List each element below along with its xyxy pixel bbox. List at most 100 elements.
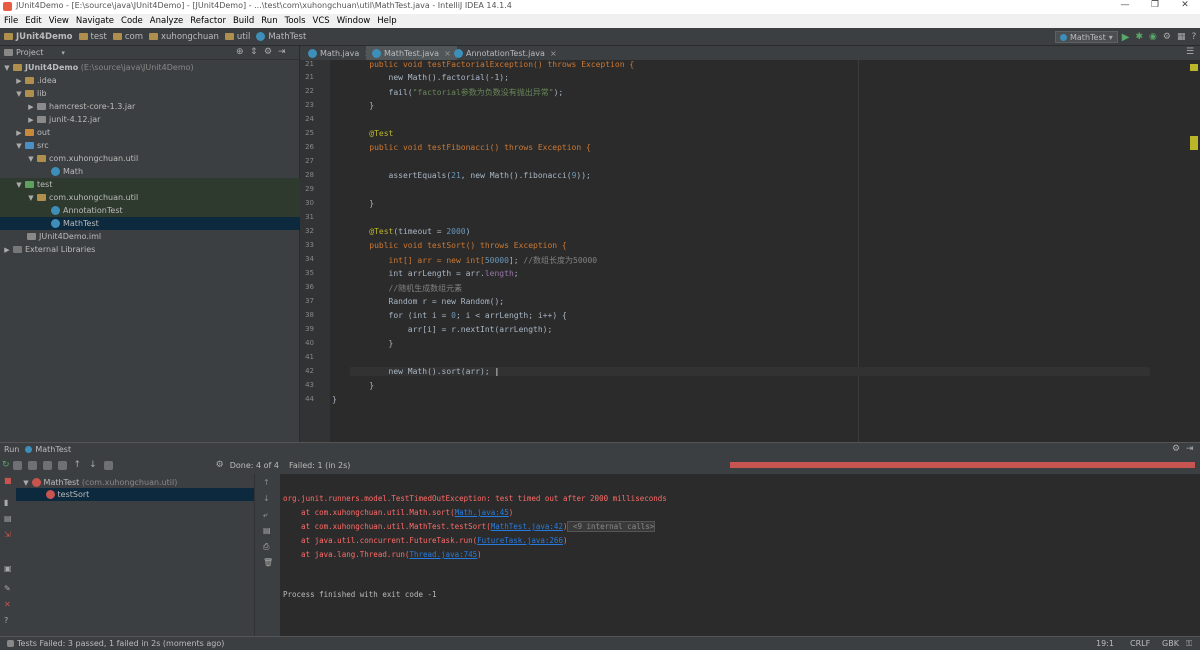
breadcrumb-util[interactable]: util <box>224 32 250 42</box>
previous-icon[interactable]: ↑ <box>74 460 82 470</box>
help-icon[interactable]: ? <box>1191 32 1196 42</box>
test-settings-icon[interactable]: ⚙ <box>216 460 224 470</box>
stack-link[interactable]: Math.java:45 <box>455 508 509 517</box>
console-output[interactable]: org.junit.runners.model.TestTimedOutExce… <box>280 474 1200 636</box>
sync-icon[interactable]: ⊕ <box>236 47 244 57</box>
caret-position[interactable]: 19:1 <box>1096 639 1114 648</box>
scroll-end-icon[interactable]: ▤ <box>263 526 271 535</box>
hide-icon[interactable]: ⇥ <box>278 47 286 57</box>
maximize-icon[interactable]: ❐ <box>1140 0 1170 10</box>
menu-build[interactable]: Build <box>233 14 254 28</box>
down-icon[interactable]: ↓ <box>263 494 270 503</box>
tree-item[interactable]: ▼ com.xuhongchuan.util <box>0 191 300 204</box>
package-icon <box>37 194 46 201</box>
rerun-icon[interactable]: ↻ <box>2 460 10 470</box>
breadcrumb-com[interactable]: com <box>112 32 143 42</box>
tree-item[interactable]: ▶ out <box>0 126 300 139</box>
line-number: 27 <box>305 157 314 165</box>
tab-mathtest-java[interactable]: MathTest.java × <box>366 46 457 60</box>
warning-marker-icon[interactable] <box>1190 64 1198 71</box>
breadcrumb-mathtest[interactable]: MathTest <box>256 32 306 42</box>
close-icon[interactable]: × <box>550 49 557 58</box>
tree-item[interactable]: AnnotationTest <box>0 204 300 217</box>
toolwindows-icon[interactable] <box>7 640 14 647</box>
sort-duration-icon[interactable] <box>27 460 37 470</box>
close-icon[interactable]: ✕ <box>4 600 11 609</box>
menu-help[interactable]: Help <box>377 14 396 28</box>
close-icon[interactable]: ✕ <box>1170 0 1200 10</box>
breadcrumb-project[interactable]: JUnit4Demo <box>4 32 73 42</box>
internal-calls-fold[interactable]: <9 internal calls> <box>567 521 656 532</box>
tree-item[interactable]: ▼ JUnit4Demo (E:\source\java\JUnit4Demo) <box>0 61 300 74</box>
menu-window[interactable]: Window <box>337 14 371 28</box>
line-number: 34 <box>305 255 314 263</box>
project-view-select[interactable]: Project <box>16 48 43 57</box>
tree-item-selected[interactable]: MathTest <box>0 217 300 230</box>
hide-icon[interactable]: ⇥ <box>1186 444 1194 454</box>
print-icon[interactable]: ⎙ <box>263 542 269 552</box>
wrap-icon[interactable]: ⤶ <box>263 510 267 520</box>
tree-item[interactable]: ▼ lib <box>0 87 300 100</box>
console-line: at java.lang.Thread.run(Thread.java:745) <box>283 550 482 559</box>
stop-icon[interactable]: ■ <box>4 476 12 485</box>
stack-link[interactable]: Thread.java:745 <box>409 550 477 559</box>
chevron-down-icon[interactable]: ▾ <box>61 49 65 57</box>
test-case-row-selected[interactable]: testSort <box>16 488 254 501</box>
pin-icon[interactable]: ✎ <box>4 584 11 593</box>
tree-item[interactable]: ▼ com.xuhongchuan.util <box>0 152 300 165</box>
trash-icon[interactable]: 🗑 <box>263 558 273 567</box>
coverage-icon[interactable]: ◉ <box>1149 32 1157 42</box>
tree-item[interactable]: ▼ test <box>0 178 300 191</box>
layout-icon[interactable]: ▣ <box>4 564 12 573</box>
breadcrumb-test[interactable]: test <box>78 32 107 42</box>
menu-refactor[interactable]: Refactor <box>190 14 226 28</box>
menu-edit[interactable]: Edit <box>25 14 41 28</box>
settings-icon[interactable]: ⚙ <box>1163 32 1171 42</box>
minimize-icon[interactable]: — <box>1110 0 1140 10</box>
up-icon[interactable]: ↑ <box>263 478 270 487</box>
dump-icon[interactable]: ▤ <box>4 514 12 523</box>
debug-icon[interactable]: ✱ <box>1135 32 1143 42</box>
collapsed-icon: ▶ <box>28 115 34 124</box>
help-icon[interactable]: ? <box>4 616 8 625</box>
run-config-select[interactable]: MathTest ▾ <box>1055 31 1118 43</box>
tabs-menu-icon[interactable]: ☰ <box>1186 47 1194 57</box>
pause-icon[interactable]: ▮ <box>4 498 8 507</box>
menu-view[interactable]: View <box>49 14 69 28</box>
scroll-marker-icon[interactable] <box>1190 136 1198 150</box>
tree-item[interactable]: ▶ junit-4.12.jar <box>0 113 300 126</box>
menu-tools[interactable]: Tools <box>285 14 306 28</box>
tree-item[interactable]: Math <box>0 165 300 178</box>
structure-icon[interactable]: ▦ <box>1177 32 1186 42</box>
menu-run[interactable]: Run <box>261 14 277 28</box>
stack-link[interactable]: FutureTask.java:266 <box>477 536 563 545</box>
run-icon[interactable]: ▶ <box>1122 32 1130 43</box>
breadcrumb-xuhongchuan[interactable]: xuhongchuan <box>149 32 219 42</box>
export-icon[interactable] <box>103 460 113 470</box>
gear-icon[interactable]: ⚙ <box>1172 444 1180 454</box>
menu-analyze[interactable]: Analyze <box>150 14 184 28</box>
collapse-all-icon[interactable] <box>57 460 67 470</box>
tree-item[interactable]: ▶ External Libraries <box>0 243 300 256</box>
line-separator[interactable]: CRLF <box>1130 639 1150 648</box>
expand-all-icon[interactable] <box>42 460 52 470</box>
stack-link[interactable]: MathTest.java:42 <box>491 522 563 531</box>
next-icon[interactable]: ↓ <box>89 460 97 470</box>
file-encoding[interactable]: GBK <box>1162 639 1179 648</box>
tab-annotationtest-java[interactable]: AnnotationTest.java × <box>448 46 563 60</box>
sort-icon[interactable] <box>12 460 22 470</box>
run-tab-mathtest[interactable]: MathTest <box>35 445 71 454</box>
menu-navigate[interactable]: Navigate <box>76 14 114 28</box>
tree-item[interactable]: ▶ .idea <box>0 74 300 87</box>
status-message[interactable]: Tests Failed: 3 passed, 1 failed in 2s (… <box>17 639 224 648</box>
menu-vcs[interactable]: VCS <box>313 14 330 28</box>
tree-item[interactable]: ▼ src <box>0 139 300 152</box>
lock-icon[interactable]: ⚿ <box>1186 639 1192 649</box>
exit-icon[interactable]: ⇲ <box>4 530 11 539</box>
tree-item[interactable]: JUnit4Demo.iml <box>0 230 300 243</box>
tree-item[interactable]: ▶ hamcrest-core-1.3.jar <box>0 100 300 113</box>
menu-file[interactable]: File <box>4 14 18 28</box>
gear-icon[interactable]: ⚙ <box>264 47 272 57</box>
menu-code[interactable]: Code <box>121 14 143 28</box>
collapse-icon[interactable]: ⇕ <box>250 47 258 57</box>
